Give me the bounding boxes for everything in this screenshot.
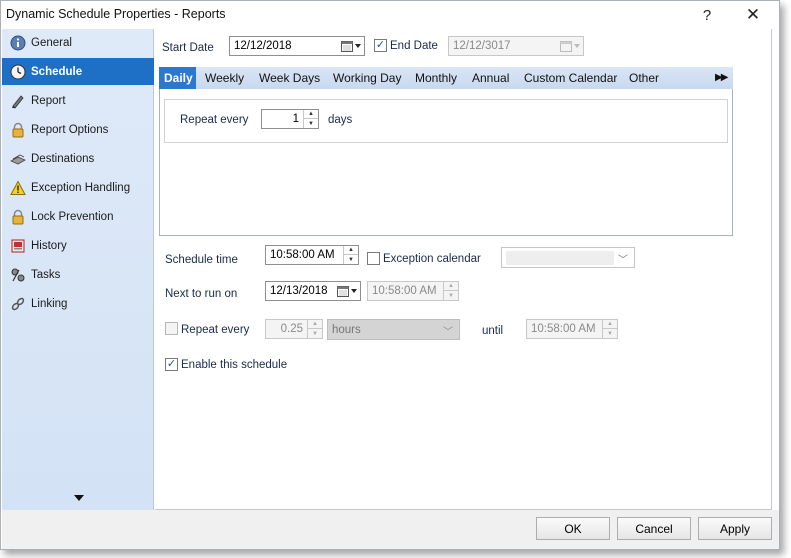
sidebar-item-label: Destinations bbox=[31, 152, 95, 165]
sidebar-item-label: Report Options bbox=[31, 123, 109, 136]
sidebar-item-label: Tasks bbox=[31, 268, 61, 281]
exception-calendar-value bbox=[506, 250, 614, 265]
pen-icon bbox=[10, 93, 26, 109]
sidebar-item-destinations[interactable]: Destinations bbox=[2, 145, 154, 172]
schedule-time-label: Schedule time bbox=[165, 254, 238, 266]
sidebar-item-history[interactable]: History bbox=[2, 232, 154, 259]
repeat-days-value: 1 bbox=[292, 113, 299, 125]
warning-icon bbox=[10, 179, 26, 196]
repeat-every-checkbox[interactable] bbox=[165, 322, 178, 335]
sidebar-item-tasks[interactable]: Tasks bbox=[2, 261, 154, 288]
spin-buttons[interactable]: ▲ ▼ bbox=[443, 282, 458, 300]
lock-icon bbox=[10, 122, 26, 138]
scroll-down-arrow-icon[interactable] bbox=[74, 495, 84, 501]
link-icon bbox=[10, 296, 26, 312]
schedule-time-value: 10:58:00 AM bbox=[270, 249, 335, 261]
cancel-button[interactable]: Cancel bbox=[617, 517, 691, 540]
sidebar-item-label: Report bbox=[31, 94, 66, 107]
tab-other[interactable]: Other bbox=[629, 67, 659, 89]
sidebar-item-report-options[interactable]: Report Options bbox=[2, 116, 154, 143]
end-date-value: 12/12/3017 bbox=[453, 40, 511, 52]
close-button[interactable]: ✕ bbox=[735, 3, 771, 27]
spin-buttons[interactable]: ▲ ▼ bbox=[602, 320, 617, 338]
next-to-run-label: Next to run on bbox=[165, 288, 238, 300]
sidebar-item-label: Linking bbox=[31, 297, 68, 310]
sidebar-item-label: Exception Handling bbox=[31, 181, 131, 194]
repeat-group: Repeat every 1 ▲ ▼ days bbox=[164, 99, 728, 143]
lock-icon bbox=[10, 209, 26, 225]
next-to-run-time-value: 10:58:00 AM bbox=[372, 285, 437, 297]
tab-monthly[interactable]: Monthly bbox=[415, 67, 457, 89]
schedule-time-stepper[interactable]: 10:58:00 AM ▲ ▼ bbox=[265, 245, 359, 265]
calendar-icon[interactable] bbox=[341, 39, 361, 53]
history-icon bbox=[10, 238, 26, 254]
next-to-run-date-value: 12/13/2018 bbox=[270, 285, 328, 297]
until-label: until bbox=[482, 325, 504, 337]
daily-tab-panel: Repeat every 1 ▲ ▼ days bbox=[159, 89, 733, 236]
schedule-panel: Start Date 12/12/2018 ✓ End Date 12/12/3… bbox=[155, 29, 772, 510]
exception-calendar-checkbox[interactable] bbox=[367, 252, 380, 265]
calendar-icon[interactable] bbox=[337, 284, 357, 298]
next-to-run-time-stepper[interactable]: 10:58:00 AM ▲ ▼ bbox=[367, 281, 459, 301]
title-bar: Dynamic Schedule Properties - Reports ? … bbox=[1, 1, 779, 29]
exception-calendar-label: Exception calendar bbox=[383, 253, 481, 265]
tab-daily[interactable]: Daily bbox=[159, 67, 196, 89]
clock-icon bbox=[10, 64, 26, 80]
start-date-picker[interactable]: 12/12/2018 bbox=[229, 36, 365, 56]
exception-calendar-select[interactable]: ﹀ bbox=[501, 247, 635, 268]
sidebar-item-lock-prevention[interactable]: Lock Prevention bbox=[2, 203, 154, 230]
repeat-unit-value: hours bbox=[332, 323, 361, 336]
sidebar-item-label: General bbox=[31, 36, 72, 49]
window-title: Dynamic Schedule Properties - Reports bbox=[6, 7, 226, 21]
sidebar-item-label: Lock Prevention bbox=[31, 210, 114, 223]
info-icon bbox=[10, 35, 26, 51]
tab-weekly[interactable]: Weekly bbox=[205, 67, 244, 89]
apply-button[interactable]: Apply bbox=[698, 517, 772, 540]
frequency-tabs: Daily Weekly Week Days Working Day Month… bbox=[159, 67, 733, 89]
sidebar-item-label: History bbox=[31, 239, 67, 252]
sidebar-item-schedule[interactable]: Schedule bbox=[2, 58, 154, 85]
sidebar-item-general[interactable]: General bbox=[2, 29, 154, 56]
repeat-every-label: Repeat every bbox=[181, 324, 250, 336]
until-time-stepper[interactable]: 10:58:00 AM ▲ ▼ bbox=[526, 319, 618, 339]
spin-buttons[interactable]: ▲ ▼ bbox=[343, 246, 358, 264]
start-date-label: Start Date bbox=[162, 42, 214, 54]
start-date-value: 12/12/2018 bbox=[234, 40, 292, 52]
sidebar-item-exception-handling[interactable]: Exception Handling bbox=[2, 174, 154, 201]
tab-working-day[interactable]: Working Day bbox=[333, 67, 401, 89]
repeat-unit-select[interactable]: hours ﹀ bbox=[327, 319, 460, 340]
ok-button[interactable]: OK bbox=[536, 517, 610, 540]
enable-schedule-checkbox[interactable]: ✓ bbox=[165, 358, 178, 371]
repeat-interval-value: 0.25 bbox=[280, 323, 303, 335]
end-date-checkbox[interactable]: ✓ bbox=[374, 39, 387, 52]
chevron-down-icon: ﹀ bbox=[443, 327, 453, 338]
tab-week-days[interactable]: Week Days bbox=[259, 67, 320, 89]
end-date-label: End Date bbox=[390, 40, 438, 52]
dialog-window: Dynamic Schedule Properties - Reports ? … bbox=[0, 0, 780, 550]
next-to-run-date-picker[interactable]: 12/13/2018 bbox=[265, 281, 361, 301]
tab-custom-calendar[interactable]: Custom Calendar bbox=[524, 67, 617, 89]
sidebar: General Schedule Report Report Options D… bbox=[2, 29, 154, 510]
button-bar: OK Cancel Apply bbox=[2, 510, 779, 549]
sidebar-item-label: Schedule bbox=[31, 65, 83, 78]
chevron-down-icon: ﹀ bbox=[618, 255, 628, 266]
sidebar-item-linking[interactable]: Linking bbox=[2, 290, 154, 317]
spin-buttons[interactable]: ▲ ▼ bbox=[307, 320, 322, 338]
end-date-picker[interactable]: 12/12/3017 bbox=[448, 36, 584, 56]
days-unit-label: days bbox=[328, 114, 353, 126]
enable-schedule-label: Enable this schedule bbox=[181, 359, 288, 371]
until-time-value: 10:58:00 AM bbox=[531, 323, 596, 335]
help-button[interactable]: ? bbox=[689, 3, 725, 27]
destinations-icon bbox=[10, 151, 26, 167]
tab-annual[interactable]: Annual bbox=[472, 67, 509, 89]
repeat-days-stepper[interactable]: 1 ▲ ▼ bbox=[261, 109, 319, 129]
repeat-every-days-label: Repeat every bbox=[180, 114, 249, 126]
spin-buttons[interactable]: ▲ ▼ bbox=[303, 110, 318, 128]
calendar-icon[interactable] bbox=[560, 39, 580, 53]
sidebar-item-report[interactable]: Report bbox=[2, 87, 154, 114]
tabs-scroll-right-icon[interactable]: ▶▶ bbox=[715, 72, 728, 83]
tasks-icon bbox=[10, 267, 26, 283]
repeat-interval-stepper[interactable]: 0.25 ▲ ▼ bbox=[265, 319, 323, 339]
